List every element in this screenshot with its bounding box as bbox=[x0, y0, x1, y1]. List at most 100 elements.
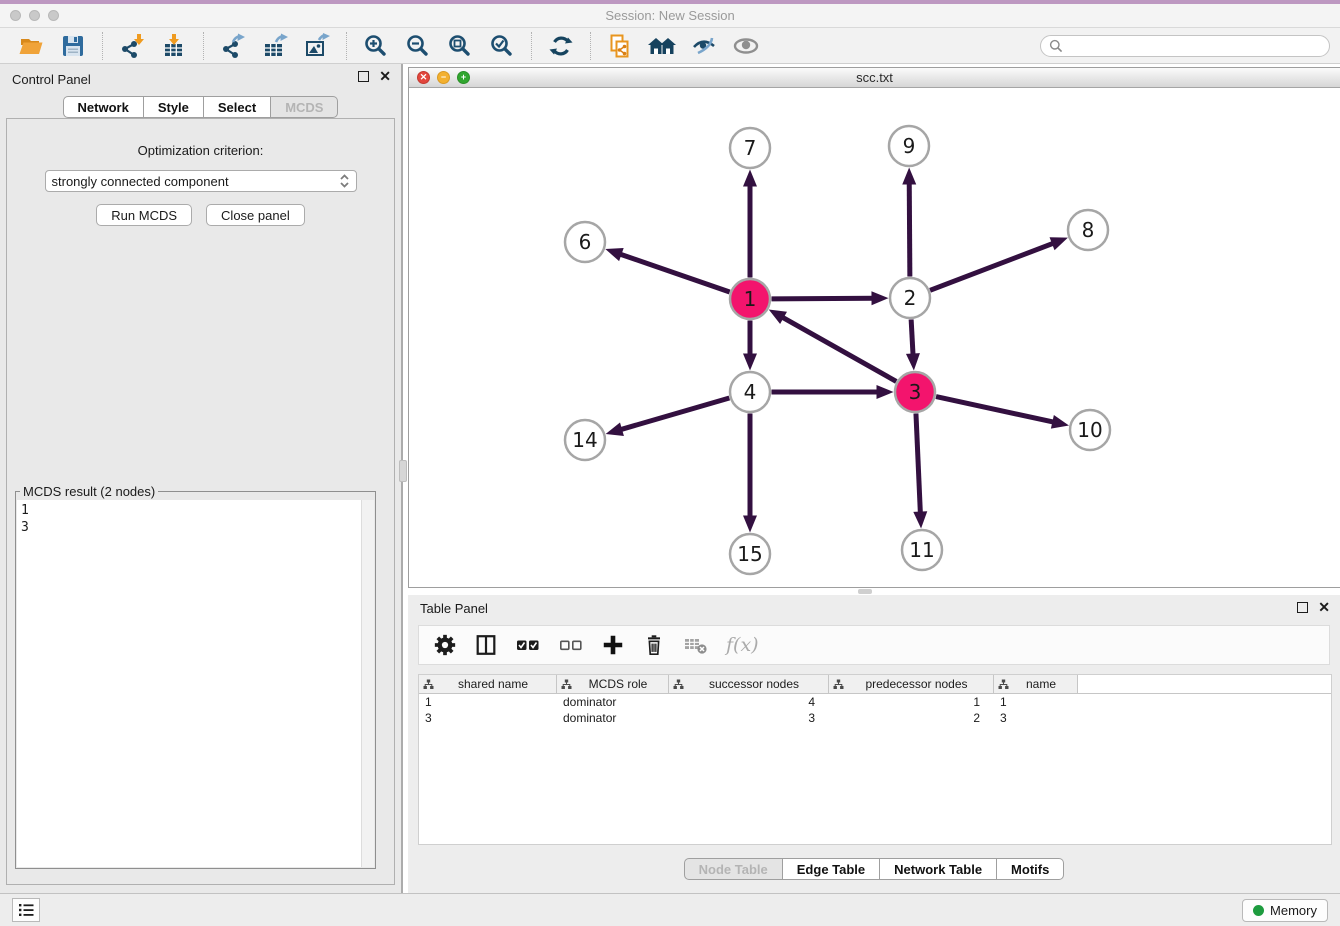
graph-node[interactable]: 14 bbox=[565, 420, 605, 460]
tab-network-table[interactable]: Network Table bbox=[880, 858, 997, 880]
table-column-header[interactable]: successor nodes bbox=[669, 675, 829, 693]
zoom-fit-button[interactable] bbox=[445, 31, 475, 61]
tab-style[interactable]: Style bbox=[144, 96, 204, 118]
network-window-titlebar[interactable]: scc.txt ✕ − + bbox=[409, 68, 1340, 88]
horizontal-splitter[interactable] bbox=[408, 588, 1340, 595]
table-cell[interactable]: 4 bbox=[669, 694, 829, 710]
network-close-button[interactable]: ✕ bbox=[417, 71, 430, 84]
graph-edge[interactable] bbox=[936, 397, 1069, 429]
graph-node[interactable]: 2 bbox=[890, 278, 930, 318]
task-history-button[interactable] bbox=[12, 898, 40, 922]
network-maximize-button[interactable]: + bbox=[457, 71, 470, 84]
table-cell[interactable]: 1 bbox=[419, 694, 557, 710]
graph-edge[interactable] bbox=[771, 291, 888, 305]
graph-edge[interactable] bbox=[772, 385, 894, 399]
table-row[interactable]: 1dominator411 bbox=[419, 694, 1331, 710]
column-type-icon bbox=[833, 679, 844, 690]
close-table-panel-icon[interactable]: ✕ bbox=[1318, 602, 1330, 613]
function-builder-button[interactable]: f(x) bbox=[726, 634, 759, 656]
deselect-all-button[interactable] bbox=[558, 633, 584, 657]
zoom-selected-button[interactable] bbox=[487, 31, 517, 61]
graph-node[interactable]: 8 bbox=[1068, 210, 1108, 250]
network-canvas[interactable]: 7 9 6 8 1 2 4 3 14 10 15 11 bbox=[409, 89, 1340, 587]
table-column-header[interactable]: shared name bbox=[419, 675, 557, 693]
table-cell[interactable]: 3 bbox=[994, 710, 1078, 726]
table-column-header[interactable]: predecessor nodes bbox=[829, 675, 994, 693]
table-cell[interactable]: dominator bbox=[557, 710, 669, 726]
graph-edge[interactable] bbox=[743, 414, 757, 533]
add-row-button[interactable] bbox=[601, 633, 625, 657]
refresh-layout-button[interactable] bbox=[546, 31, 576, 61]
export-network-icon bbox=[220, 33, 246, 59]
tab-select[interactable]: Select bbox=[204, 96, 271, 118]
result-scrollbar[interactable] bbox=[361, 500, 374, 867]
save-session-button[interactable] bbox=[58, 31, 88, 61]
column-header-label: successor nodes bbox=[684, 677, 824, 691]
clone-network-button[interactable] bbox=[605, 31, 635, 61]
graph-edge[interactable] bbox=[902, 167, 916, 276]
table-cell[interactable]: 1 bbox=[829, 694, 994, 710]
table-column-header[interactable]: name bbox=[994, 675, 1078, 693]
export-network-button[interactable] bbox=[218, 31, 248, 61]
tab-motifs[interactable]: Motifs bbox=[997, 858, 1064, 880]
graph-edge[interactable] bbox=[906, 319, 920, 370]
graph-node[interactable]: 15 bbox=[730, 534, 770, 574]
graph-edge[interactable] bbox=[743, 321, 757, 371]
graph-edge[interactable] bbox=[605, 248, 729, 292]
show-panel-button[interactable] bbox=[731, 31, 761, 61]
home-button[interactable] bbox=[647, 31, 677, 61]
import-network-button[interactable] bbox=[117, 31, 147, 61]
table-cell[interactable]: 3 bbox=[419, 710, 557, 726]
import-table-button[interactable] bbox=[159, 31, 189, 61]
tab-mcds[interactable]: MCDS bbox=[271, 96, 338, 118]
graph-edge[interactable] bbox=[930, 237, 1068, 290]
run-mcds-button[interactable]: Run MCDS bbox=[96, 204, 192, 226]
tab-node-table[interactable]: Node Table bbox=[684, 858, 783, 880]
column-header-label: MCDS role bbox=[572, 677, 664, 691]
graph-node[interactable]: 1 bbox=[730, 279, 770, 319]
mcds-result-text[interactable]: 1 3 bbox=[17, 500, 361, 867]
graph-edge[interactable] bbox=[913, 413, 927, 528]
criterion-dropdown[interactable]: strongly connected component bbox=[45, 170, 357, 192]
tab-edge-table[interactable]: Edge Table bbox=[783, 858, 880, 880]
table-cell[interactable]: dominator bbox=[557, 694, 669, 710]
graph-node[interactable]: 9 bbox=[889, 126, 929, 166]
delete-row-button[interactable] bbox=[642, 633, 666, 657]
graph-edge[interactable] bbox=[743, 170, 757, 278]
graph-node[interactable]: 6 bbox=[565, 222, 605, 262]
table-column-header[interactable]: MCDS role bbox=[557, 675, 669, 693]
table-row[interactable]: 3dominator323 bbox=[419, 710, 1331, 726]
table-settings-button[interactable] bbox=[433, 633, 457, 657]
graph-edge[interactable] bbox=[606, 398, 730, 436]
edge-arrowhead-icon bbox=[906, 353, 920, 370]
close-panel-button[interactable]: Close panel bbox=[206, 204, 305, 226]
table-cell[interactable]: 1 bbox=[994, 694, 1078, 710]
float-panel-icon[interactable] bbox=[358, 71, 369, 82]
zoom-in-button[interactable] bbox=[361, 31, 391, 61]
open-file-button[interactable] bbox=[16, 31, 46, 61]
export-table-button[interactable] bbox=[260, 31, 290, 61]
graph-node[interactable]: 10 bbox=[1070, 410, 1110, 450]
hide-panel-button[interactable] bbox=[689, 31, 719, 61]
close-panel-icon[interactable]: ✕ bbox=[379, 71, 391, 82]
memory-button[interactable]: Memory bbox=[1242, 899, 1328, 922]
export-image-button[interactable] bbox=[302, 31, 332, 61]
horizontal-splitter-handle[interactable] bbox=[858, 589, 872, 594]
vertical-splitter-handle[interactable] bbox=[399, 460, 407, 482]
graph-node[interactable]: 11 bbox=[902, 530, 942, 570]
network-minimize-button[interactable]: − bbox=[437, 71, 450, 84]
table-cell[interactable]: 3 bbox=[669, 710, 829, 726]
delete-table-button[interactable] bbox=[683, 633, 709, 657]
search-input[interactable] bbox=[1068, 39, 1321, 53]
float-table-panel-icon[interactable] bbox=[1297, 602, 1308, 613]
graph-node[interactable]: 7 bbox=[730, 128, 770, 168]
table-cell[interactable]: 2 bbox=[829, 710, 994, 726]
search-box[interactable] bbox=[1040, 35, 1330, 57]
show-columns-button[interactable] bbox=[474, 633, 498, 657]
graph-edge[interactable] bbox=[769, 310, 897, 382]
graph-node[interactable]: 3 bbox=[895, 372, 935, 412]
tab-network[interactable]: Network bbox=[63, 96, 144, 118]
graph-node[interactable]: 4 bbox=[730, 372, 770, 412]
zoom-out-button[interactable] bbox=[403, 31, 433, 61]
select-all-button[interactable] bbox=[515, 633, 541, 657]
